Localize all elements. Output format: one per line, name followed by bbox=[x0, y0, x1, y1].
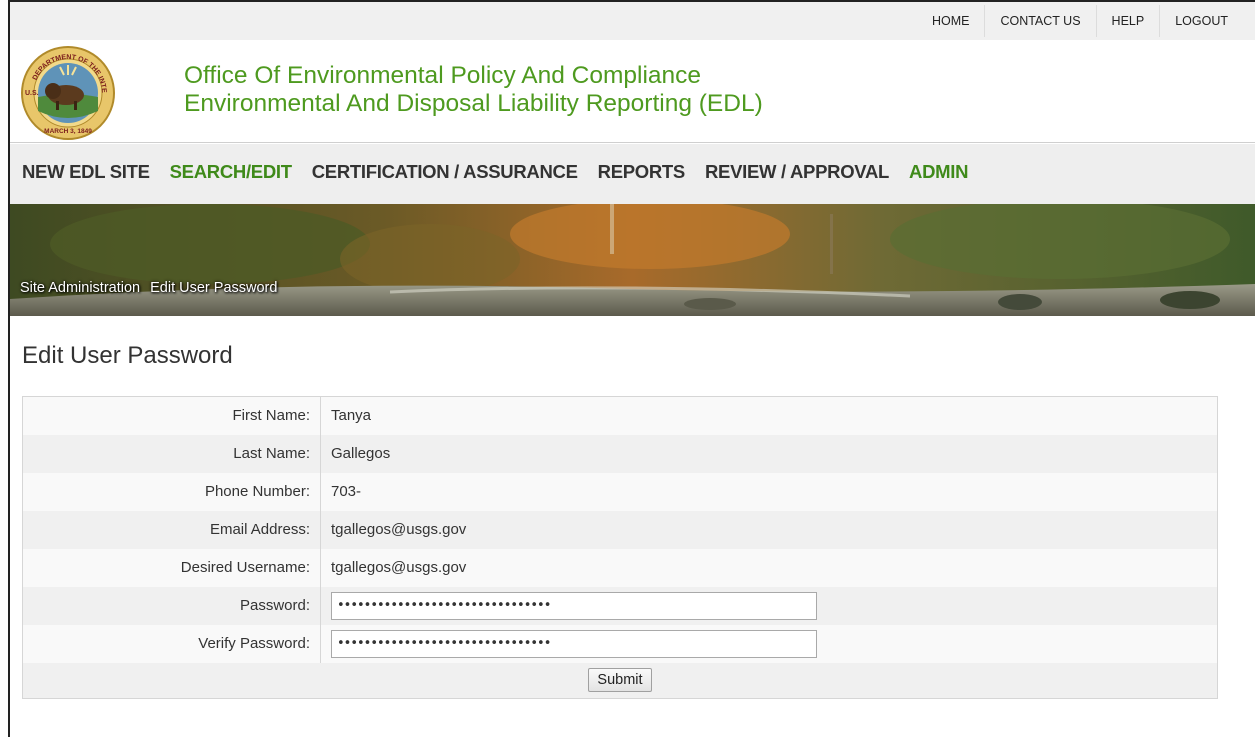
first-name-value: Tanya bbox=[320, 396, 1218, 435]
breadcrumb-edit-user-password: Edit User Password bbox=[150, 280, 278, 296]
nav-review-approval[interactable]: REVIEW / APPROVAL bbox=[705, 161, 889, 183]
phone-value: 703- bbox=[320, 472, 1218, 511]
utility-bar: HOME CONTACT US HELP LOGOUT bbox=[10, 2, 1255, 40]
password-label: Password: bbox=[22, 586, 321, 625]
verify-password-input[interactable] bbox=[331, 629, 817, 658]
form-row-verify-password: Verify Password: bbox=[22, 624, 1218, 663]
last-name-value: Gallegos bbox=[320, 434, 1218, 473]
logout-link[interactable]: LOGOUT bbox=[1159, 5, 1243, 37]
seal-bottom-text: MARCH 3, 1849 bbox=[44, 128, 92, 135]
password-cell bbox=[320, 586, 1218, 625]
email-value: tgallegos@usgs.gov bbox=[320, 510, 1218, 549]
username-value: tgallegos@usgs.gov bbox=[320, 548, 1218, 587]
site-header: DEPARTMENT OF THE INTERIOR U.S. MARCH 3,… bbox=[10, 40, 1255, 143]
site-title-line-2: Environmental And Disposal Liability Rep… bbox=[184, 90, 763, 117]
form-row-first-name: First Name: Tanya bbox=[22, 396, 1218, 435]
form-row-last-name: Last Name: Gallegos bbox=[22, 434, 1218, 473]
verify-password-label: Verify Password: bbox=[22, 624, 321, 663]
form-row-email: Email Address: tgallegos@usgs.gov bbox=[22, 510, 1218, 549]
nav-admin[interactable]: ADMIN bbox=[909, 161, 968, 183]
doi-seal-logo: DEPARTMENT OF THE INTERIOR U.S. MARCH 3,… bbox=[20, 45, 115, 140]
nav-new-edl-site[interactable]: NEW EDL SITE bbox=[22, 161, 150, 183]
form-row-submit: Submit bbox=[22, 662, 1218, 699]
main-nav: NEW EDL SITE SEARCH/EDIT CERTIFICATION /… bbox=[10, 144, 1255, 204]
phone-label: Phone Number: bbox=[22, 472, 321, 511]
page-title: Edit User Password bbox=[22, 342, 233, 369]
contact-us-link[interactable]: CONTACT US bbox=[984, 5, 1095, 37]
breadcrumb-site-administration[interactable]: Site Administration bbox=[20, 280, 140, 296]
page-frame: HOME CONTACT US HELP LOGOUT DEPARTMENT O… bbox=[8, 0, 1255, 737]
form-row-password: Password: bbox=[22, 586, 1218, 625]
submit-cell: Submit bbox=[22, 662, 1218, 699]
breadcrumb: Site Administration Edit User Password bbox=[20, 280, 283, 296]
nav-certification-assurance[interactable]: CERTIFICATION / ASSURANCE bbox=[312, 161, 578, 183]
edit-password-form: First Name: Tanya Last Name: Gallegos Ph… bbox=[22, 396, 1218, 699]
password-input[interactable] bbox=[331, 591, 817, 620]
site-title-line-1: Office Of Environmental Policy And Compl… bbox=[184, 62, 702, 89]
submit-button[interactable]: Submit bbox=[588, 668, 652, 693]
utility-nav: HOME CONTACT US HELP LOGOUT bbox=[917, 5, 1243, 37]
forest-stream-image bbox=[10, 204, 1255, 316]
last-name-label: Last Name: bbox=[22, 434, 321, 473]
form-row-phone: Phone Number: 703- bbox=[22, 472, 1218, 511]
site-title: Office Of Environmental Policy And Compl… bbox=[184, 62, 763, 118]
email-label: Email Address: bbox=[22, 510, 321, 549]
forest-banner: Site Administration Edit User Password bbox=[10, 204, 1255, 316]
nav-search-edit[interactable]: SEARCH/EDIT bbox=[170, 161, 292, 183]
verify-password-cell bbox=[320, 624, 1218, 663]
username-label: Desired Username: bbox=[22, 548, 321, 587]
form-row-username: Desired Username: tgallegos@usgs.gov bbox=[22, 548, 1218, 587]
home-link[interactable]: HOME bbox=[917, 5, 985, 37]
first-name-label: First Name: bbox=[22, 396, 321, 435]
seal-left-text: U.S. bbox=[25, 90, 39, 97]
help-link[interactable]: HELP bbox=[1095, 5, 1160, 37]
nav-reports[interactable]: REPORTS bbox=[598, 161, 686, 183]
